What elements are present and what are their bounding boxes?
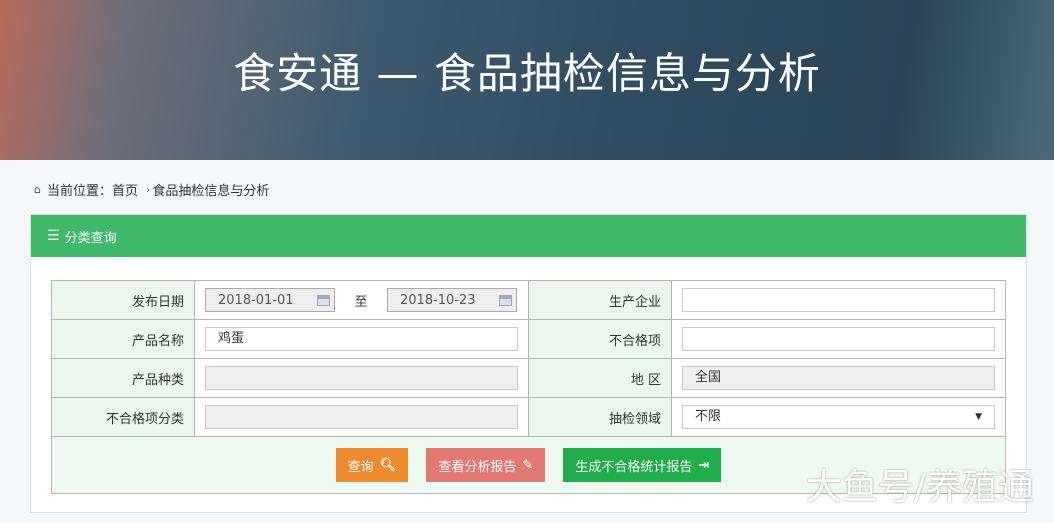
search-button-label: 查询 [347,459,374,475]
view-report-label: 查看分析报告 [438,459,517,475]
calendar-icon[interactable] [499,294,512,306]
panel-header: ☰ 分类查询 [31,215,1026,257]
date-from-value: 2018-01-01 [218,292,294,308]
product-name-label: 产品名称 [51,319,195,359]
unqualified-item-label: 不合格项 [528,319,672,359]
manufacturer-label: 生产企业 [528,280,672,320]
sampling-field-select[interactable]: 不限 ▼ [682,405,995,429]
date-to-input[interactable]: 2018-10-23 [387,288,517,312]
region-label: 地 区 [528,358,672,398]
date-from-input[interactable]: 2018-01-01 [205,288,335,312]
sampling-field-value: 不限 [695,409,722,424]
product-name-input[interactable]: 鸡蛋 [205,327,518,351]
breadcrumb-prefix: 当前位置： [46,184,112,199]
date-range-separator: 至 [354,294,368,310]
breadcrumb: ⌂ 当前位置： 首页 › 食品抽检信息与分析 [34,180,269,199]
generate-report-label: 生成不合格统计报告 [575,459,693,475]
region-input[interactable]: 全国 [682,366,995,390]
breadcrumb-home-link[interactable]: 首页 [112,180,138,199]
panel-title: 分类查询 [64,230,117,246]
chevron-right-icon: › [146,183,151,196]
product-type-label: 产品种类 [51,358,195,398]
watermark: 大鱼号/养殖通 [805,467,1034,508]
manufacturer-input[interactable] [682,288,995,312]
search-button[interactable]: 查询 🔍︎ [335,448,409,482]
sampling-field-label: 抽检领域 [528,397,672,437]
pencil-icon: ✎ [522,457,534,473]
publish-date-label: 发布日期 [51,280,195,320]
unqualified-category-input[interactable] [205,405,518,429]
date-to-value: 2018-10-23 [400,292,476,308]
calendar-icon[interactable] [317,294,330,306]
breadcrumb-current: 食品抽检信息与分析 [152,184,270,199]
view-report-button[interactable]: 查看分析报告 ✎ [426,448,546,482]
generate-report-button[interactable]: 生成不合格统计报告 ⇥ [563,448,722,482]
list-icon: ☰ [47,228,60,244]
caret-down-icon: ▼ [975,412,982,422]
product-type-input[interactable] [205,366,518,390]
home-icon: ⌂ [34,183,41,196]
sign-out-icon: ⇥ [698,457,710,473]
unqualified-item-input[interactable] [682,327,995,351]
unqualified-category-label: 不合格项分类 [51,397,195,437]
search-icon: 🔍︎ [379,457,397,473]
banner: 食安通 — 食品抽检信息与分析 [0,0,1054,160]
banner-title: 食安通 — 食品抽检信息与分析 [233,49,821,98]
